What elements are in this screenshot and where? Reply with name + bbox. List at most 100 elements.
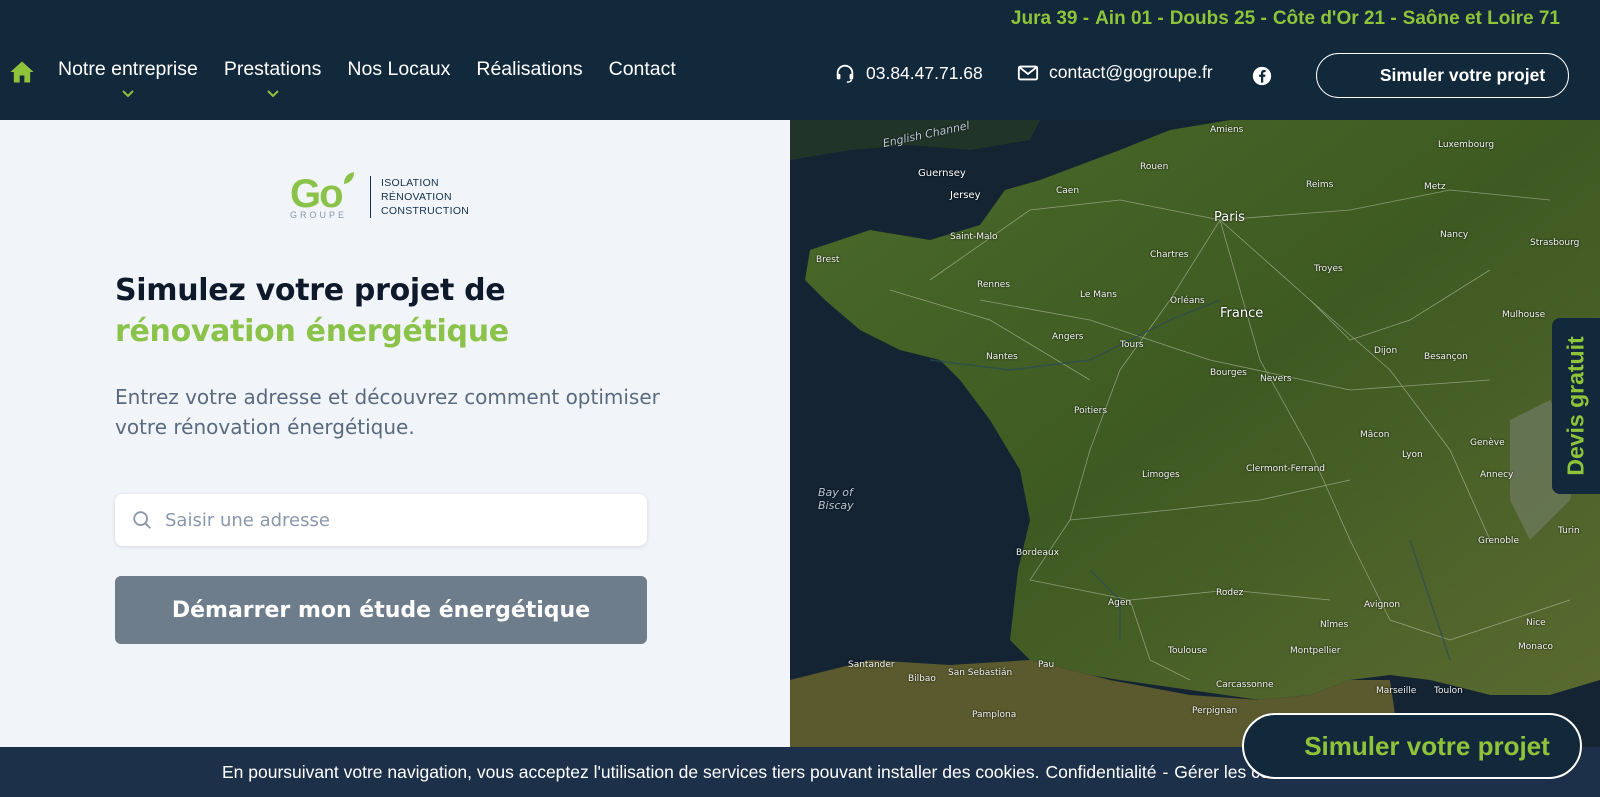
map-label: Nice — [1526, 618, 1546, 628]
map-label: Agen — [1108, 598, 1132, 608]
nav-item-label: Notre entreprise — [58, 58, 198, 80]
map-label: Nevers — [1260, 374, 1292, 384]
map-label: Paris — [1214, 210, 1245, 225]
nav-item-contact[interactable]: Contact — [609, 58, 676, 81]
headset-icon — [836, 64, 854, 83]
map-label: Nantes — [986, 352, 1018, 362]
map-label: Avignon — [1364, 600, 1401, 610]
map-label: Caen — [1056, 186, 1080, 196]
map-label: Carcassonne — [1216, 680, 1274, 690]
map-label: San Sebastián — [948, 668, 1013, 678]
map-label: Saint-Malo — [950, 232, 998, 242]
map-label: Santander — [848, 660, 895, 670]
nav-item-label: Prestations — [223, 58, 322, 80]
map-label: Troyes — [1314, 264, 1343, 274]
map-label: Metz — [1424, 182, 1446, 192]
address-search[interactable] — [115, 494, 647, 546]
free-quote-label: Devis gratuit — [1562, 336, 1589, 476]
search-icon — [133, 511, 151, 529]
simulate-project-button[interactable]: Simuler votre projet — [1316, 53, 1569, 98]
map-label: Chartres — [1150, 250, 1189, 260]
map-label: Nancy — [1440, 230, 1469, 240]
map-label: Guernsey — [918, 168, 966, 179]
map-label: Annecy — [1480, 470, 1514, 480]
map-label: Jersey — [950, 190, 981, 201]
logo-sub: GROUPE — [290, 210, 348, 220]
map-label: Lyon — [1402, 450, 1423, 460]
main-nav: Notre entreprise Prestations Nos Locaux … — [8, 58, 702, 98]
start-study-label: Démarrer mon étude énergétique — [171, 597, 591, 623]
map-label: Bourges — [1210, 368, 1247, 378]
map-label: Montpellier — [1290, 646, 1341, 656]
map-label: Nîmes — [1320, 620, 1349, 630]
phone-link[interactable]: 03.84.47.71.68 — [834, 62, 983, 84]
cookie-text: En poursuivant votre navigation, vous ac… — [222, 761, 1040, 782]
hero-panel: Go GROUPE ISOLATION RÉNOVATION CONSTRUCT… — [0, 120, 790, 747]
map-label: Rennes — [977, 280, 1011, 290]
region-item[interactable]: Jura 39 - — [1011, 8, 1089, 30]
map-label: Rodez — [1216, 588, 1244, 598]
free-quote-tab[interactable]: Devis gratuit — [1552, 318, 1600, 494]
floating-simulate-label: Simuler votre projet — [1304, 730, 1550, 761]
map-label: Marseille — [1376, 686, 1417, 696]
nav-item-label: Nos Locaux — [347, 58, 451, 80]
leaf-icon — [344, 172, 354, 184]
privacy-link[interactable]: Confidentialité — [1046, 762, 1157, 783]
map-label: Brest — [816, 255, 840, 265]
map-label: Le Mans — [1080, 290, 1117, 300]
nav-item-label: Contact — [608, 58, 676, 80]
region-item[interactable]: Ain 01 - — [1095, 8, 1164, 30]
logo-mark: Go GROUPE — [290, 172, 362, 222]
nav-item-label: Réalisations — [476, 58, 583, 80]
region-item[interactable]: Saône et Loire 71 — [1403, 8, 1560, 30]
map-label: Bilbao — [908, 674, 936, 684]
map-label: Perpignan — [1192, 706, 1238, 716]
map-label: Toulon — [1434, 686, 1463, 696]
map-label: Bordeaux — [1016, 548, 1060, 558]
map-label: Limoges — [1142, 470, 1180, 480]
region-item[interactable]: Côte d'Or 21 - — [1273, 8, 1397, 30]
nav-item-realisations[interactable]: Réalisations — [476, 58, 582, 81]
email-address: contact@gogroupe.fr — [1049, 62, 1213, 82]
map-label: Bay of Biscay — [818, 486, 854, 512]
logo-line: CONSTRUCTION — [381, 205, 470, 217]
map-label: Strasbourg — [1530, 238, 1580, 248]
floating-simulate-button[interactable]: Simuler votre projet — [1242, 713, 1582, 779]
satellite-map[interactable]: English Channel Guernsey Jersey Saint-Ma… — [790, 120, 1600, 747]
map-label: Rouen — [1140, 162, 1169, 172]
map-label: Poitiers — [1074, 406, 1108, 416]
region-item[interactable]: Doubs 25 - — [1170, 8, 1267, 30]
title-line-1: Simulez votre projet de — [115, 273, 506, 308]
title-line-2: rénovation énergétique — [115, 314, 509, 349]
simulate-project-label: Simuler votre projet — [1379, 65, 1546, 85]
chevron-down-icon — [122, 90, 134, 98]
company-logo[interactable]: Go GROUPE ISOLATION RÉNOVATION CONSTRUCT… — [290, 172, 469, 222]
map-label: France — [1220, 306, 1264, 321]
map-label: Besançon — [1424, 352, 1468, 362]
nav-item-notre-entreprise[interactable]: Notre entreprise — [58, 58, 198, 98]
home-icon[interactable] — [8, 58, 36, 86]
map-label: Genève — [1470, 438, 1505, 448]
cookie-separator: - — [1162, 761, 1169, 782]
nav-item-nos-locaux[interactable]: Nos Locaux — [347, 58, 450, 81]
map-label: Pamplona — [972, 710, 1017, 720]
map-label: Reims — [1306, 180, 1334, 190]
map-label: Mulhouse — [1502, 310, 1546, 320]
chevron-down-icon — [266, 90, 279, 98]
logo-line: ISOLATION — [381, 177, 439, 189]
map-label: Luxembourg — [1438, 140, 1495, 150]
facebook-icon[interactable] — [1252, 66, 1272, 86]
map-label: Mâcon — [1360, 430, 1390, 440]
mail-icon — [1017, 65, 1039, 80]
map-label: Pau — [1038, 660, 1055, 670]
map-label: Angers — [1052, 332, 1084, 342]
map-label: Tours — [1120, 340, 1144, 350]
email-link[interactable]: contact@gogroupe.fr — [1017, 62, 1213, 83]
regions-list: Jura 39 - Ain 01 - Doubs 25 - Côte d'Or … — [1011, 8, 1560, 30]
address-input[interactable] — [165, 509, 625, 531]
nav-item-prestations[interactable]: Prestations — [223, 58, 322, 98]
map-label: Turin — [1558, 526, 1580, 536]
start-study-button[interactable]: Démarrer mon étude énergétique — [115, 576, 647, 644]
map-label: Orléans — [1170, 296, 1205, 306]
map-label: Dijon — [1374, 346, 1398, 356]
